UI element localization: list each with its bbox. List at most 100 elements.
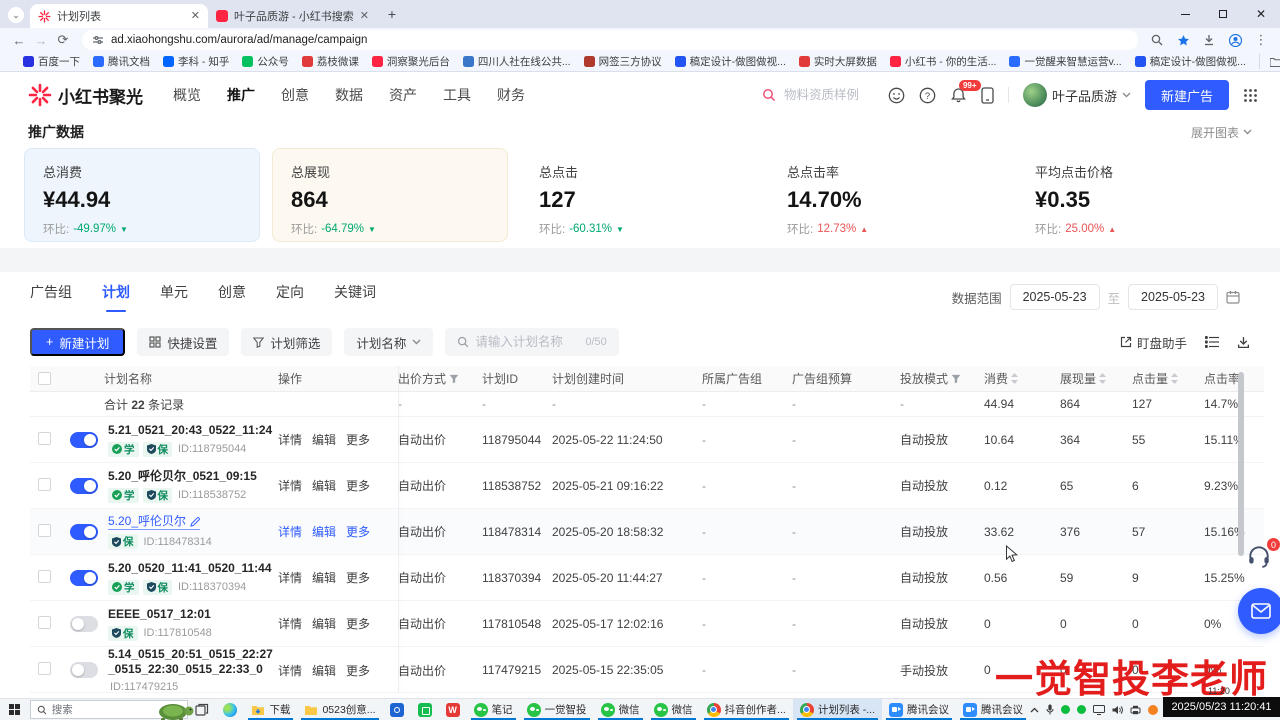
tab-keywords[interactable]: 关键词: [334, 282, 376, 312]
tab-creative[interactable]: 创意: [218, 282, 246, 312]
action-more[interactable]: 更多: [346, 615, 370, 632]
taskbar-wps[interactable]: W: [439, 699, 467, 720]
download-icon[interactable]: [1198, 30, 1220, 50]
select-all-checkbox[interactable]: [38, 372, 51, 385]
tab-close-icon[interactable]: ✕: [360, 11, 369, 22]
forward-button[interactable]: →: [30, 30, 52, 50]
chrome-menu-icon[interactable]: ⋮: [1250, 30, 1272, 50]
plan-search[interactable]: 0/50: [445, 328, 618, 356]
plan-toggle[interactable]: [70, 616, 98, 632]
reload-button[interactable]: ⟳: [52, 30, 74, 50]
all-bookmarks[interactable]: 所有书签: [1259, 54, 1280, 69]
row-checkbox[interactable]: [38, 432, 51, 445]
action-detail[interactable]: 详情: [278, 431, 302, 448]
plan-filter-button[interactable]: 计划筛选: [241, 328, 332, 356]
wechat-tray-icon[interactable]: [1077, 705, 1086, 714]
tray-expand-icon[interactable]: [1030, 707, 1039, 713]
filter-icon[interactable]: [449, 374, 459, 384]
tab-plan[interactable]: 计划: [102, 282, 130, 312]
plan-search-input[interactable]: [475, 335, 579, 349]
new-ad-button[interactable]: 新建广告: [1145, 80, 1229, 110]
plan-toggle[interactable]: [70, 478, 98, 494]
taskbar-meeting-1[interactable]: 腾讯会议: [882, 699, 956, 720]
bookmark-star-icon[interactable]: [1172, 30, 1194, 50]
stat-card-total-cost[interactable]: 总消费 ¥44.94 环比:-49.97%▼: [24, 148, 260, 242]
site-info-icon[interactable]: [92, 34, 104, 46]
action-more[interactable]: 更多: [346, 477, 370, 494]
row-checkbox[interactable]: [38, 662, 51, 675]
taskbar-folder-0523[interactable]: 0523创意...: [297, 699, 382, 720]
bookmark-item[interactable]: 荔枝微课: [302, 54, 359, 69]
plan-name[interactable]: 5.20_0520_11:41_0520_11:44: [108, 561, 272, 576]
stat-card-total-impressions[interactable]: 总展现 864 环比:-64.79%▼: [272, 148, 508, 242]
sort-icon[interactable]: [1099, 373, 1106, 384]
back-button[interactable]: ←: [8, 30, 30, 50]
taskbar-wechat-1[interactable]: 微信: [594, 699, 647, 720]
microphone-icon[interactable]: [1046, 704, 1054, 715]
bookmark-item[interactable]: 四川人社在线公共...: [463, 54, 571, 69]
nav-creative[interactable]: 创意: [281, 85, 309, 105]
plan-name[interactable]: 5.20_呼伦贝尔: [108, 514, 200, 530]
action-edit[interactable]: 编辑: [312, 523, 336, 540]
quick-settings-button[interactable]: 快捷设置: [137, 328, 229, 356]
watch-assistant-link[interactable]: 盯盘助手: [1120, 333, 1187, 352]
notifications[interactable]: 99+: [950, 87, 967, 104]
filter-icon[interactable]: [951, 374, 961, 384]
action-detail[interactable]: 详情: [278, 569, 302, 586]
new-tab-button[interactable]: +: [381, 3, 403, 25]
bookmark-item[interactable]: 实时大屏数据: [799, 54, 877, 69]
printer-tray-icon[interactable]: [1130, 705, 1141, 715]
col-plan-name[interactable]: 计划名称: [66, 370, 278, 387]
nav-tools[interactable]: 工具: [443, 85, 471, 105]
plan-toggle[interactable]: [70, 662, 98, 678]
volume-icon[interactable]: [1112, 705, 1123, 715]
bookmark-item[interactable]: 洞察聚光后台: [372, 54, 450, 69]
name-filter-dropdown[interactable]: 计划名称: [344, 328, 433, 356]
tab-unit[interactable]: 单元: [160, 282, 188, 312]
sort-icon[interactable]: [1171, 373, 1178, 384]
action-detail[interactable]: 详情: [278, 615, 302, 632]
stat-card-ctr[interactable]: 总点击率 14.70% 环比:12.73%▲: [768, 148, 1004, 242]
help-icon[interactable]: ?: [919, 87, 936, 104]
apps-grid-icon[interactable]: [1243, 88, 1258, 103]
taskbar-wechat-yijue[interactable]: 一觉智投: [520, 699, 594, 720]
bookmark-item[interactable]: 网签三方协议: [584, 54, 662, 69]
row-checkbox[interactable]: [38, 524, 51, 537]
column-settings-icon[interactable]: [1205, 336, 1219, 348]
nav-overview[interactable]: 概览: [173, 85, 201, 105]
bookmark-item[interactable]: 一觉醒来智慧运营v...: [1009, 54, 1121, 69]
row-checkbox[interactable]: [38, 616, 51, 629]
taskbar-search-input[interactable]: [52, 704, 132, 716]
taskbar-wechat-2[interactable]: 微信: [647, 699, 700, 720]
plan-name[interactable]: 5.14_0515_20:51_0515_22:27_0515_22:30_05…: [108, 647, 276, 677]
nav-promotion[interactable]: 推广: [227, 85, 255, 105]
bookmark-item[interactable]: 稿定设计-做图做视...: [675, 54, 786, 69]
date-end-input[interactable]: 2025-05-23: [1128, 284, 1218, 310]
nav-assets[interactable]: 资产: [389, 85, 417, 105]
customer-support-button[interactable]: 0: [1246, 543, 1276, 573]
account-menu[interactable]: 叶子品质游: [1023, 83, 1131, 107]
tab-search-icon[interactable]: ⌄: [8, 7, 24, 23]
plan-name[interactable]: EEEE_0517_12:01: [108, 607, 212, 622]
bookmark-item[interactable]: 李科 - 知乎: [163, 54, 229, 69]
security-tray-icon[interactable]: [1148, 705, 1158, 715]
mobile-icon[interactable]: [981, 87, 994, 104]
stat-card-avg-cpc[interactable]: 平均点击价格 ¥0.35 环比:25.00%▲: [1016, 148, 1252, 242]
message-button[interactable]: [1238, 588, 1280, 634]
action-more[interactable]: 更多: [346, 523, 370, 540]
browser-tab-inactive[interactable]: 叶子品质游 - 小红书搜索 ✕: [208, 4, 377, 28]
date-start-input[interactable]: 2025-05-23: [1010, 284, 1100, 310]
action-edit[interactable]: 编辑: [312, 662, 336, 679]
action-edit[interactable]: 编辑: [312, 569, 336, 586]
start-button[interactable]: [0, 699, 30, 720]
edit-pencil-icon[interactable]: [190, 517, 200, 527]
taskbar-search[interactable]: [30, 700, 189, 719]
plan-toggle[interactable]: [70, 570, 98, 586]
taskbar-downloads-folder[interactable]: 下载: [244, 699, 297, 720]
window-maximize-button[interactable]: [1204, 0, 1242, 28]
tab-ad-group[interactable]: 广告组: [30, 282, 72, 312]
action-detail[interactable]: 详情: [278, 523, 302, 540]
bookmark-item[interactable]: 小红书 - 你的生活...: [890, 54, 997, 69]
plan-name[interactable]: 5.20_呼伦贝尔_0521_09:15: [108, 469, 257, 484]
action-detail[interactable]: 详情: [278, 477, 302, 494]
